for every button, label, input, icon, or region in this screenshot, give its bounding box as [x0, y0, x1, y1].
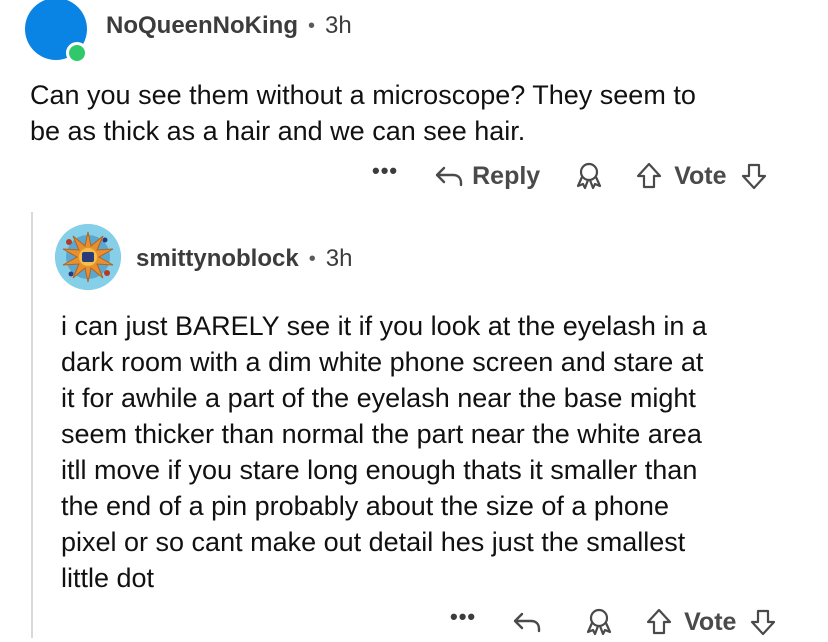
- award-button[interactable]: [584, 607, 614, 637]
- vote-label: Vote: [674, 161, 727, 190]
- upvote-button[interactable]: [644, 607, 674, 637]
- reply-button[interactable]: [512, 610, 550, 634]
- reply-icon: [434, 164, 472, 188]
- username[interactable]: NoQueenNoKing: [106, 12, 298, 40]
- reply-label: Reply: [472, 161, 541, 190]
- upvote-icon: [637, 162, 662, 189]
- vote-controls: Vote: [644, 607, 778, 637]
- reply-icon: [512, 610, 550, 634]
- upvote-icon: [647, 608, 672, 635]
- separator: •: [308, 14, 316, 37]
- reply-avatar[interactable]: [55, 224, 121, 290]
- downvote-button[interactable]: [739, 161, 769, 191]
- award-icon: [584, 607, 614, 637]
- reply-body: i can just BARELY see it if you look at …: [61, 311, 707, 593]
- reply-timestamp[interactable]: 3h: [326, 245, 353, 273]
- comment-actions: ••• Reply Vote: [372, 156, 769, 196]
- reply-button[interactable]: Reply: [434, 162, 540, 191]
- comment-body: Can you see them without a microscope? T…: [30, 80, 696, 146]
- upvote-button[interactable]: [634, 161, 664, 191]
- downvote-icon: [751, 609, 776, 636]
- reply-username[interactable]: smittynoblock: [136, 245, 299, 273]
- vote-label: Vote: [684, 607, 737, 636]
- reply-meta: smittynoblock • 3h: [136, 245, 352, 273]
- online-status-icon: [66, 42, 88, 64]
- more-options-button[interactable]: •••: [372, 160, 398, 192]
- award-icon: [574, 161, 604, 191]
- more-options-button[interactable]: •••: [450, 606, 476, 638]
- separator: •: [308, 247, 316, 270]
- award-button[interactable]: [574, 161, 604, 191]
- reply-actions: ••• Vote: [450, 602, 778, 642]
- vote-controls: Vote: [634, 161, 768, 191]
- downvote-button[interactable]: [748, 607, 778, 637]
- thread-line[interactable]: [31, 212, 33, 638]
- timestamp[interactable]: 3h: [325, 12, 352, 40]
- comment-meta: NoQueenNoKing • 3h: [106, 12, 352, 40]
- downvote-icon: [741, 163, 766, 190]
